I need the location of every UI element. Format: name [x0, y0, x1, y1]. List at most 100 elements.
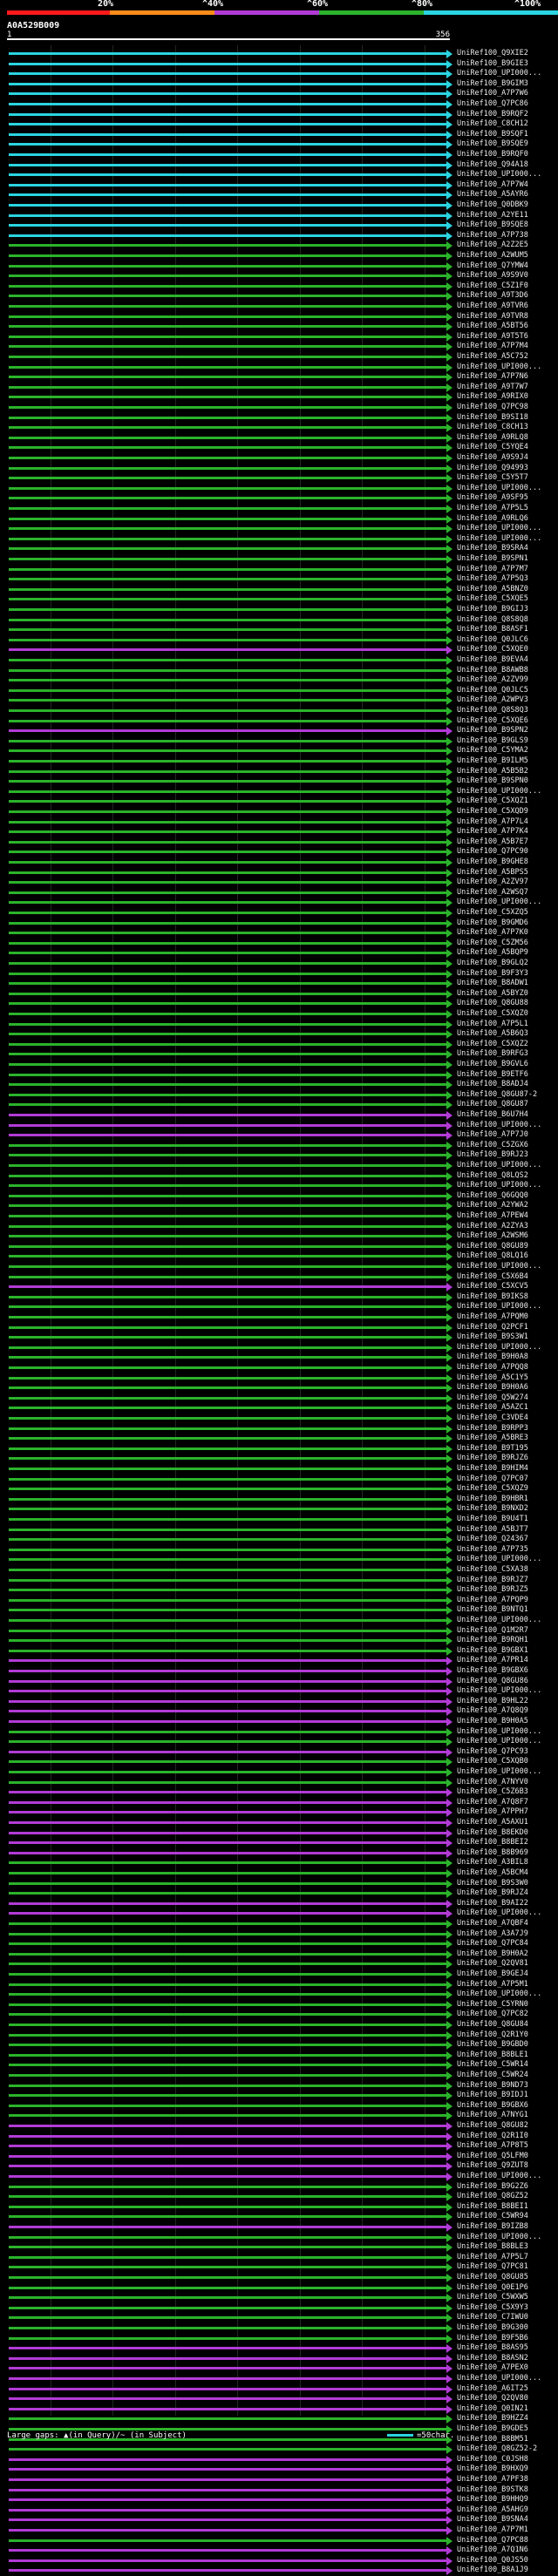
hit-bar[interactable]	[9, 1963, 449, 1966]
hit-row[interactable]: UniRef100_C5YRN0	[0, 2000, 558, 2010]
hit-bar[interactable]	[9, 1407, 449, 1410]
hit-bar[interactable]	[9, 1872, 449, 1874]
hit-bar[interactable]	[9, 2539, 449, 2542]
hit-row[interactable]: UniRef100_Q6GQQ0	[0, 1191, 558, 1202]
hit-row[interactable]: UniRef100_Q7PC90	[0, 847, 558, 858]
hit-bar[interactable]	[9, 1265, 449, 1268]
hit-bar[interactable]	[9, 2478, 449, 2481]
hit-label[interactable]: UniRef100_A7P7M1	[457, 2525, 528, 2535]
hit-bar[interactable]	[9, 1973, 449, 1976]
hit-row[interactable]: UniRef100_UPI000...	[0, 1990, 558, 2000]
hit-label[interactable]: UniRef100_A7Q1N6	[457, 2545, 528, 2555]
hit-row[interactable]: UniRef100_B9RJZ5	[0, 1585, 558, 1596]
hit-row[interactable]: UniRef100_A9S9J4	[0, 453, 558, 464]
hit-row[interactable]: UniRef100_B9G300	[0, 2323, 558, 2334]
hit-bar[interactable]	[9, 2074, 449, 2077]
hit-bar[interactable]	[9, 1892, 449, 1895]
hit-bar[interactable]	[9, 679, 449, 682]
hit-row[interactable]: UniRef100_B9SPN1	[0, 554, 558, 565]
hit-row[interactable]: UniRef100_UPI000...	[0, 170, 558, 180]
hit-label[interactable]: UniRef100_A7P8T5	[457, 2141, 528, 2151]
hit-row[interactable]: UniRef100_Q94A18	[0, 160, 558, 171]
hit-bar[interactable]	[9, 558, 449, 560]
hit-row[interactable]: UniRef100_A7P7M1	[0, 2525, 558, 2536]
hit-label[interactable]: UniRef100_A3A7J9	[457, 1929, 528, 1939]
hit-row[interactable]: UniRef100_UPI000...	[0, 1616, 558, 1626]
hit-label[interactable]: UniRef100_A7PEW4	[457, 1211, 528, 1221]
hit-label[interactable]: UniRef100_A5BPS5	[457, 868, 528, 878]
hit-row[interactable]: UniRef100_A7P7W4	[0, 180, 558, 191]
hit-label[interactable]: UniRef100_B9U4T1	[457, 1515, 528, 1524]
hit-bar[interactable]	[9, 861, 449, 864]
hit-row[interactable]: UniRef100_Q5W274	[0, 1393, 558, 1404]
hit-bar[interactable]	[9, 1679, 449, 1683]
hit-label[interactable]: UniRef100_A9TVR6	[457, 302, 528, 311]
hit-label[interactable]: UniRef100_A7NYV0	[457, 1778, 528, 1787]
hit-row[interactable]: UniRef100_B8BLE3	[0, 2242, 558, 2253]
hit-row[interactable]: UniRef100_B9IDJ1	[0, 2091, 558, 2101]
hit-bar[interactable]	[9, 517, 449, 520]
hit-label[interactable]: UniRef100_C0JSH8	[457, 2455, 528, 2464]
hit-bar[interactable]	[9, 275, 449, 278]
hit-bar[interactable]	[9, 668, 449, 672]
hit-label[interactable]: UniRef100_Q7PC84	[457, 1939, 528, 1949]
hit-bar[interactable]	[9, 1791, 449, 1794]
hit-label[interactable]: UniRef100_A5BT56	[457, 322, 528, 331]
hit-row[interactable]: UniRef100_A7PF38	[0, 2475, 558, 2485]
hit-row[interactable]: UniRef100_B8BEI2	[0, 1838, 558, 1848]
hit-row[interactable]: UniRef100_A7P738	[0, 231, 558, 241]
hit-row[interactable]: UniRef100_Q94993	[0, 464, 558, 474]
hit-label[interactable]: UniRef100_Q8LQS2	[457, 1171, 528, 1181]
hit-label[interactable]: UniRef100_A2ZYA3	[457, 1222, 528, 1231]
hit-bar[interactable]	[9, 830, 449, 834]
hit-row[interactable]: UniRef100_B9U4T1	[0, 1515, 558, 1525]
hit-row[interactable]: UniRef100_A9SF95	[0, 493, 558, 504]
hit-row[interactable]: UniRef100_Q8GU87-2	[0, 1090, 558, 1101]
hit-bar[interactable]	[9, 749, 449, 753]
hit-bar[interactable]	[9, 1730, 449, 1733]
hit-label[interactable]: UniRef100_UPI000...	[457, 1343, 541, 1352]
hit-label[interactable]: UniRef100_B9RJZ7	[457, 1576, 528, 1585]
hit-bar[interactable]	[9, 457, 449, 459]
hit-label[interactable]: UniRef100_A5AYR6	[457, 190, 528, 200]
hit-bar[interactable]	[9, 396, 449, 399]
hit-bar[interactable]	[9, 214, 449, 217]
hit-label[interactable]: UniRef100_Q8GU86	[457, 1677, 528, 1686]
hit-bar[interactable]	[9, 2266, 449, 2269]
hit-label[interactable]: UniRef100_UPI000...	[457, 787, 541, 797]
hit-bar[interactable]	[9, 2024, 449, 2026]
hit-label[interactable]: UniRef100_A7P7M7	[457, 565, 528, 574]
hit-row[interactable]: UniRef100_B9GLS9	[0, 736, 558, 747]
hit-row[interactable]: UniRef100_A5BCM4	[0, 1868, 558, 1879]
hit-label[interactable]: UniRef100_B9F5B6	[457, 2334, 528, 2343]
hit-bar[interactable]	[9, 1073, 449, 1076]
hit-label[interactable]: UniRef100_Q8GU87	[457, 1100, 528, 1109]
hit-bar[interactable]	[9, 446, 449, 450]
hit-row[interactable]: UniRef100_B9GBX1	[0, 1646, 558, 1657]
hit-bar[interactable]	[9, 1477, 449, 1481]
hit-bar[interactable]	[9, 1204, 449, 1208]
hit-label[interactable]: UniRef100_A2ZV97	[457, 878, 528, 887]
hit-label[interactable]: UniRef100_B9H0A8	[457, 1352, 528, 1362]
hit-label[interactable]: UniRef100_B8A1J9	[457, 2566, 528, 2575]
hit-label[interactable]: UniRef100_A9S9J4	[457, 453, 528, 463]
hit-label[interactable]: UniRef100_C5XQB0	[457, 1757, 528, 1766]
hit-label[interactable]: UniRef100_Q0DBK9	[457, 200, 528, 210]
hit-label[interactable]: UniRef100_C5WR24	[457, 2071, 528, 2080]
hit-bar[interactable]	[9, 426, 449, 430]
hit-row[interactable]: UniRef100_B9GBX6	[0, 2101, 558, 2112]
hit-bar[interactable]	[9, 1235, 449, 1238]
hit-label[interactable]: UniRef100_A5BJT7	[457, 1525, 528, 1535]
hit-row[interactable]: UniRef100_B9HIM4	[0, 1464, 558, 1474]
hit-row[interactable]: UniRef100_UPI000...	[0, 534, 558, 545]
hit-row[interactable]: UniRef100_A7QBF4	[0, 1919, 558, 1929]
hit-bar[interactable]	[9, 1244, 449, 1248]
hit-row[interactable]: UniRef100_B9RJ23	[0, 1150, 558, 1161]
hit-label[interactable]: UniRef100_B9HZZ4	[457, 2414, 528, 2423]
hit-row[interactable]: UniRef100_B9RPP3	[0, 1424, 558, 1434]
hit-label[interactable]: UniRef100_UPI000...	[457, 2374, 541, 2383]
hit-label[interactable]: UniRef100_B9ND73	[457, 2081, 528, 2091]
hit-bar[interactable]	[9, 2165, 449, 2168]
hit-label[interactable]: UniRef100_Q7PC90	[457, 847, 528, 857]
hit-label[interactable]: UniRef100_B9GIJ3	[457, 605, 528, 614]
